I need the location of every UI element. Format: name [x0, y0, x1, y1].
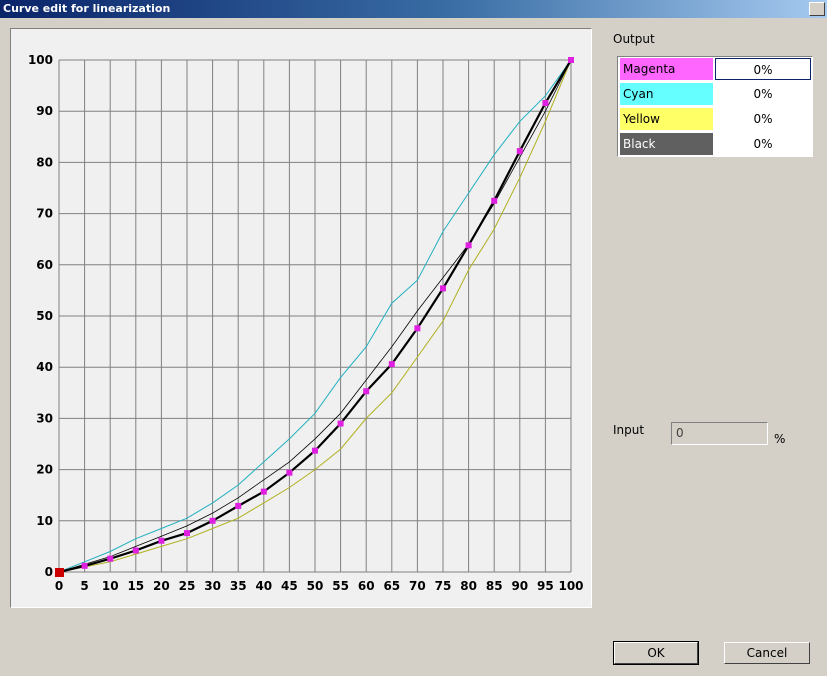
y-tick-label: 90 — [36, 104, 53, 118]
output-value-field[interactable]: 0% — [715, 133, 811, 155]
y-tick-label: 50 — [36, 309, 53, 323]
close-button[interactable] — [809, 2, 825, 16]
ok-button[interactable]: OK — [613, 641, 699, 665]
y-tick-label: 0 — [45, 565, 53, 579]
control-point — [209, 517, 216, 524]
output-row-name: Magenta — [620, 58, 713, 80]
y-tick-label: 30 — [36, 411, 53, 425]
control-point — [491, 197, 498, 204]
x-tick-label: 100 — [558, 579, 583, 593]
control-point — [235, 502, 242, 509]
x-tick-label: 90 — [511, 579, 528, 593]
output-row-yellow[interactable]: Yellow 0% — [619, 107, 812, 131]
input-unit: % — [774, 432, 786, 446]
x-tick-label: 70 — [409, 579, 426, 593]
control-point — [542, 100, 549, 107]
input-field[interactable]: 0 — [671, 422, 768, 445]
control-point — [363, 388, 370, 395]
control-point — [337, 420, 344, 427]
selected-control-point — [55, 568, 64, 577]
x-tick-label: 65 — [383, 579, 400, 593]
output-value-field[interactable]: 0% — [715, 108, 811, 130]
x-tick-label: 30 — [204, 579, 221, 593]
output-table: Magenta 0% Cyan 0% Yellow 0% Black 0% — [617, 56, 813, 157]
y-tick-label: 40 — [36, 360, 53, 374]
x-tick-label: 5 — [80, 579, 88, 593]
x-tick-label: 95 — [537, 579, 554, 593]
output-value-field[interactable]: 0% — [715, 58, 811, 80]
x-tick-label: 20 — [153, 579, 170, 593]
control-point — [465, 242, 472, 249]
output-label: Output — [613, 32, 655, 46]
x-tick-label: 50 — [307, 579, 324, 593]
curve-chart[interactable]: 0 5 10 15 20 25 30 35 40 45 50 55 60 65 70 75 80 85 90 95 10… — [10, 28, 592, 608]
control-point — [81, 562, 88, 569]
control-point — [440, 285, 446, 292]
x-tick-label: 55 — [332, 579, 349, 593]
x-tick-label: 0 — [55, 579, 63, 593]
x-tick-label: 35 — [230, 579, 247, 593]
output-value-field[interactable]: 0% — [715, 83, 811, 105]
x-tick-label: 15 — [127, 579, 144, 593]
x-tick-label: 25 — [179, 579, 196, 593]
output-row-name: Yellow — [620, 108, 713, 130]
x-tick-label: 10 — [102, 579, 119, 593]
control-point — [516, 148, 523, 155]
output-row-name: Cyan — [620, 83, 713, 105]
output-row-magenta[interactable]: Magenta 0% — [619, 57, 812, 81]
output-row-black[interactable]: Black 0% — [619, 132, 812, 156]
x-tick-label: 45 — [281, 579, 298, 593]
input-label: Input — [613, 423, 645, 437]
x-tick-label: 75 — [435, 579, 452, 593]
control-point — [414, 325, 421, 332]
y-tick-label: 20 — [36, 463, 53, 477]
x-tick-label: 60 — [358, 579, 375, 593]
y-tick-label: 10 — [36, 514, 53, 528]
control-point — [286, 469, 293, 476]
x-tick-label: 40 — [255, 579, 272, 593]
y-tick-label: 70 — [36, 207, 53, 221]
y-tick-label: 60 — [36, 258, 53, 272]
x-tick-label: 80 — [460, 579, 477, 593]
title-bar: Curve edit for linearization — [0, 0, 827, 18]
control-point — [260, 488, 267, 495]
control-point — [388, 361, 395, 368]
control-point — [312, 447, 318, 454]
control-point — [184, 530, 190, 537]
window-title: Curve edit for linearization — [3, 2, 171, 15]
cancel-button[interactable]: Cancel — [724, 642, 810, 664]
output-row-cyan[interactable]: Cyan 0% — [619, 82, 812, 106]
control-point — [132, 547, 139, 554]
x-tick-label: 85 — [486, 579, 503, 593]
control-point — [107, 555, 114, 562]
output-row-name: Black — [620, 133, 713, 155]
control-point — [158, 537, 165, 544]
curve-chart-svg[interactable]: 0 5 10 15 20 25 30 35 40 45 50 55 60 65 70 75 80 85 90 95 10… — [11, 29, 591, 607]
y-tick-label: 80 — [36, 155, 53, 169]
control-point — [568, 57, 574, 63]
y-tick-label: 100 — [28, 53, 53, 67]
